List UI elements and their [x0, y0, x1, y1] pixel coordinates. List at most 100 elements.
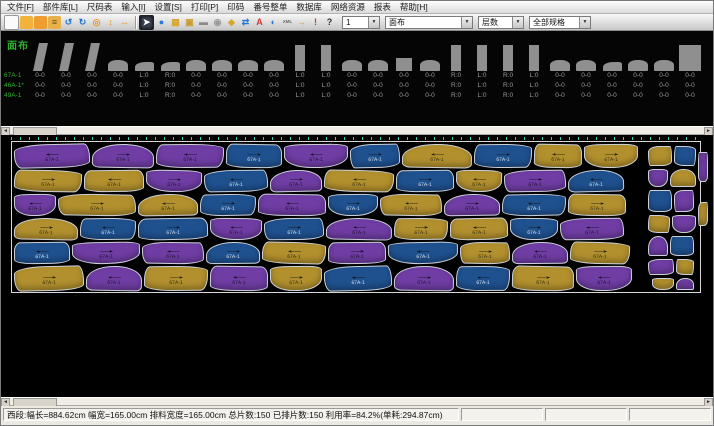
marker-scrollbar[interactable]: ◄► — [1, 397, 713, 406]
piece-column-23[interactable]: 0-00-00-0 — [625, 33, 651, 101]
pattern-piece[interactable]: ←67A-1 — [14, 143, 90, 169]
pattern-piece-small[interactable] — [648, 169, 668, 187]
pattern-piece[interactable]: →67A-1 — [510, 218, 558, 241]
pattern-piece[interactable]: ←67A-1 — [326, 217, 392, 240]
marker-area[interactable]: ←67A-1→67A-1←67A-1→67A-1←67A-1→67A-1←67A… — [11, 141, 701, 293]
pattern-piece[interactable]: ←67A-1 — [262, 241, 326, 264]
new-file-icon[interactable] — [4, 15, 19, 30]
pattern-piece[interactable]: ←67A-1 — [84, 170, 144, 193]
piece-column-21[interactable]: 0-00-00-0 — [573, 33, 599, 101]
flip-horizontal-icon[interactable]: ↔ — [118, 16, 131, 29]
piece-column-9[interactable]: 0-00-00-0 — [261, 33, 287, 101]
menu-item-3[interactable]: 输入[I] — [121, 1, 145, 13]
pattern-piece[interactable]: →67A-1 — [200, 193, 256, 216]
flip-vertical-icon[interactable]: ↕ — [104, 16, 117, 29]
zoom-icon[interactable]: ◎ — [90, 16, 103, 29]
globe-icon[interactable]: ◐ — [267, 16, 280, 29]
pattern-piece[interactable]: ←67A-1 — [402, 143, 472, 168]
pattern-piece[interactable]: ←67A-1 — [450, 217, 508, 240]
pattern-piece[interactable]: ←67A-1 — [388, 241, 458, 264]
import-marker-icon[interactable]: ≡ — [48, 16, 61, 29]
piece-column-1[interactable]: 0-00-00-0 — [53, 33, 79, 101]
pattern-piece-small[interactable] — [648, 215, 670, 233]
search-piece-icon[interactable]: ◉ — [211, 16, 224, 29]
pattern-piece[interactable]: ←67A-1 — [324, 169, 394, 192]
pattern-piece[interactable]: ←67A-1 — [380, 193, 442, 216]
pattern-piece-small[interactable] — [676, 259, 694, 275]
piece-column-18[interactable]: R:0R:0R:0 — [495, 33, 521, 101]
pattern-piece[interactable]: ←67A-1 — [204, 170, 268, 193]
pattern-piece[interactable]: →67A-1 — [14, 217, 78, 240]
pattern-piece[interactable]: →67A-1 — [350, 143, 400, 168]
undo-icon[interactable]: ↺ — [62, 16, 75, 29]
pattern-piece-small[interactable] — [648, 259, 674, 275]
piece-column-7[interactable]: 0-00-00-0 — [209, 33, 235, 101]
pattern-piece-small[interactable] — [648, 236, 668, 256]
piece-column-5[interactable]: R:0R:0R:0 — [157, 33, 183, 101]
pattern-piece-small[interactable] — [674, 146, 696, 166]
text-tool-icon[interactable]: A — [253, 16, 266, 29]
pattern-piece[interactable]: ←67A-1 — [86, 266, 142, 292]
export-icon[interactable]: → — [295, 16, 308, 29]
pattern-piece[interactable]: ←67A-1 — [568, 169, 624, 192]
menu-item-11[interactable]: 帮助[H] — [400, 1, 428, 13]
piece-column-13[interactable]: 0-00-00-0 — [365, 33, 391, 101]
pattern-piece[interactable]: →67A-1 — [394, 266, 454, 292]
piece-column-10[interactable]: L:0L:0L:0 — [287, 33, 313, 101]
piece-column-12[interactable]: 0-00-00-0 — [339, 33, 365, 101]
pattern-piece[interactable]: ←67A-1 — [210, 265, 268, 291]
pointer-tool-icon[interactable]: ➤ — [139, 15, 154, 30]
fabric-combo[interactable]: 面布▼ — [385, 16, 473, 29]
pattern-piece[interactable]: →67A-1 — [92, 144, 154, 169]
save-icon[interactable] — [34, 16, 47, 29]
pattern-piece[interactable]: →67A-1 — [72, 241, 140, 264]
pattern-piece[interactable]: →67A-1 — [264, 218, 324, 241]
chevron-down-icon[interactable]: ▼ — [368, 17, 379, 28]
pattern-piece[interactable]: →67A-1 — [270, 169, 322, 192]
pattern-piece[interactable]: →67A-1 — [396, 170, 454, 193]
chevron-down-icon[interactable]: ▼ — [461, 17, 472, 28]
piece-column-25[interactable]: 0-00-00-0 — [677, 33, 703, 101]
piece-column-2[interactable]: 0-00-00-0 — [79, 33, 105, 101]
wheel-icon[interactable]: ● — [155, 16, 168, 29]
sheet-combo[interactable]: 1▼ — [342, 16, 380, 29]
pattern-piece-small[interactable] — [698, 152, 708, 182]
piece-column-3[interactable]: 0-00-00-0 — [105, 33, 131, 101]
pattern-piece[interactable]: ←67A-1 — [502, 193, 566, 216]
xml-icon[interactable]: XML — [281, 16, 294, 29]
pattern-piece[interactable]: →67A-1 — [14, 265, 85, 291]
pattern-piece[interactable]: ←67A-1 — [258, 193, 326, 216]
piece-column-19[interactable]: L:0L:0L:0 — [521, 33, 547, 101]
chevron-down-icon[interactable]: ▼ — [579, 17, 590, 28]
piece-column-20[interactable]: 0-00-00-0 — [547, 33, 573, 101]
piece-column-6[interactable]: 0-00-00-0 — [183, 33, 209, 101]
pattern-piece[interactable]: ←67A-1 — [14, 194, 56, 216]
piece-panel-scrollbar[interactable]: ◄► — [1, 126, 713, 135]
pattern-piece[interactable]: →67A-1 — [226, 143, 282, 168]
piece-column-8[interactable]: 0-00-00-0 — [235, 33, 261, 101]
pattern-piece[interactable]: ←67A-1 — [456, 170, 502, 193]
pattern-piece[interactable]: ←67A-1 — [156, 144, 224, 169]
pattern-piece-small[interactable] — [674, 190, 694, 212]
pattern-piece-small[interactable] — [670, 236, 694, 256]
pattern-piece[interactable]: →67A-1 — [394, 218, 448, 241]
menu-item-2[interactable]: 尺码表 — [87, 1, 113, 13]
plotter-icon[interactable]: ▬ — [197, 16, 210, 29]
menu-item-10[interactable]: 报表 — [374, 1, 391, 13]
pattern-piece[interactable]: →67A-1 — [206, 242, 260, 264]
pattern-piece[interactable]: ←67A-1 — [80, 218, 136, 241]
pattern-piece-small[interactable] — [648, 190, 672, 212]
pattern-piece[interactable]: →67A-1 — [146, 169, 202, 192]
menu-item-1[interactable]: 部件库[L] — [43, 1, 78, 13]
pattern-piece[interactable]: →67A-1 — [144, 266, 208, 292]
pattern-piece[interactable]: →67A-1 — [444, 194, 500, 217]
piece-column-0[interactable]: 0-00-00-0 — [27, 33, 53, 101]
piece-column-16[interactable]: R:0R:0R:0 — [443, 33, 469, 101]
menu-item-8[interactable]: 数据库 — [296, 1, 322, 13]
pattern-piece[interactable]: ←67A-1 — [456, 266, 510, 291]
piece-column-24[interactable]: 0-00-00-0 — [651, 33, 677, 101]
pattern-piece[interactable]: ←67A-1 — [138, 194, 198, 217]
pattern-piece[interactable]: ←67A-1 — [142, 242, 204, 265]
pattern-piece[interactable]: →67A-1 — [460, 242, 510, 265]
pattern-piece[interactable]: ←67A-1 — [534, 144, 582, 169]
